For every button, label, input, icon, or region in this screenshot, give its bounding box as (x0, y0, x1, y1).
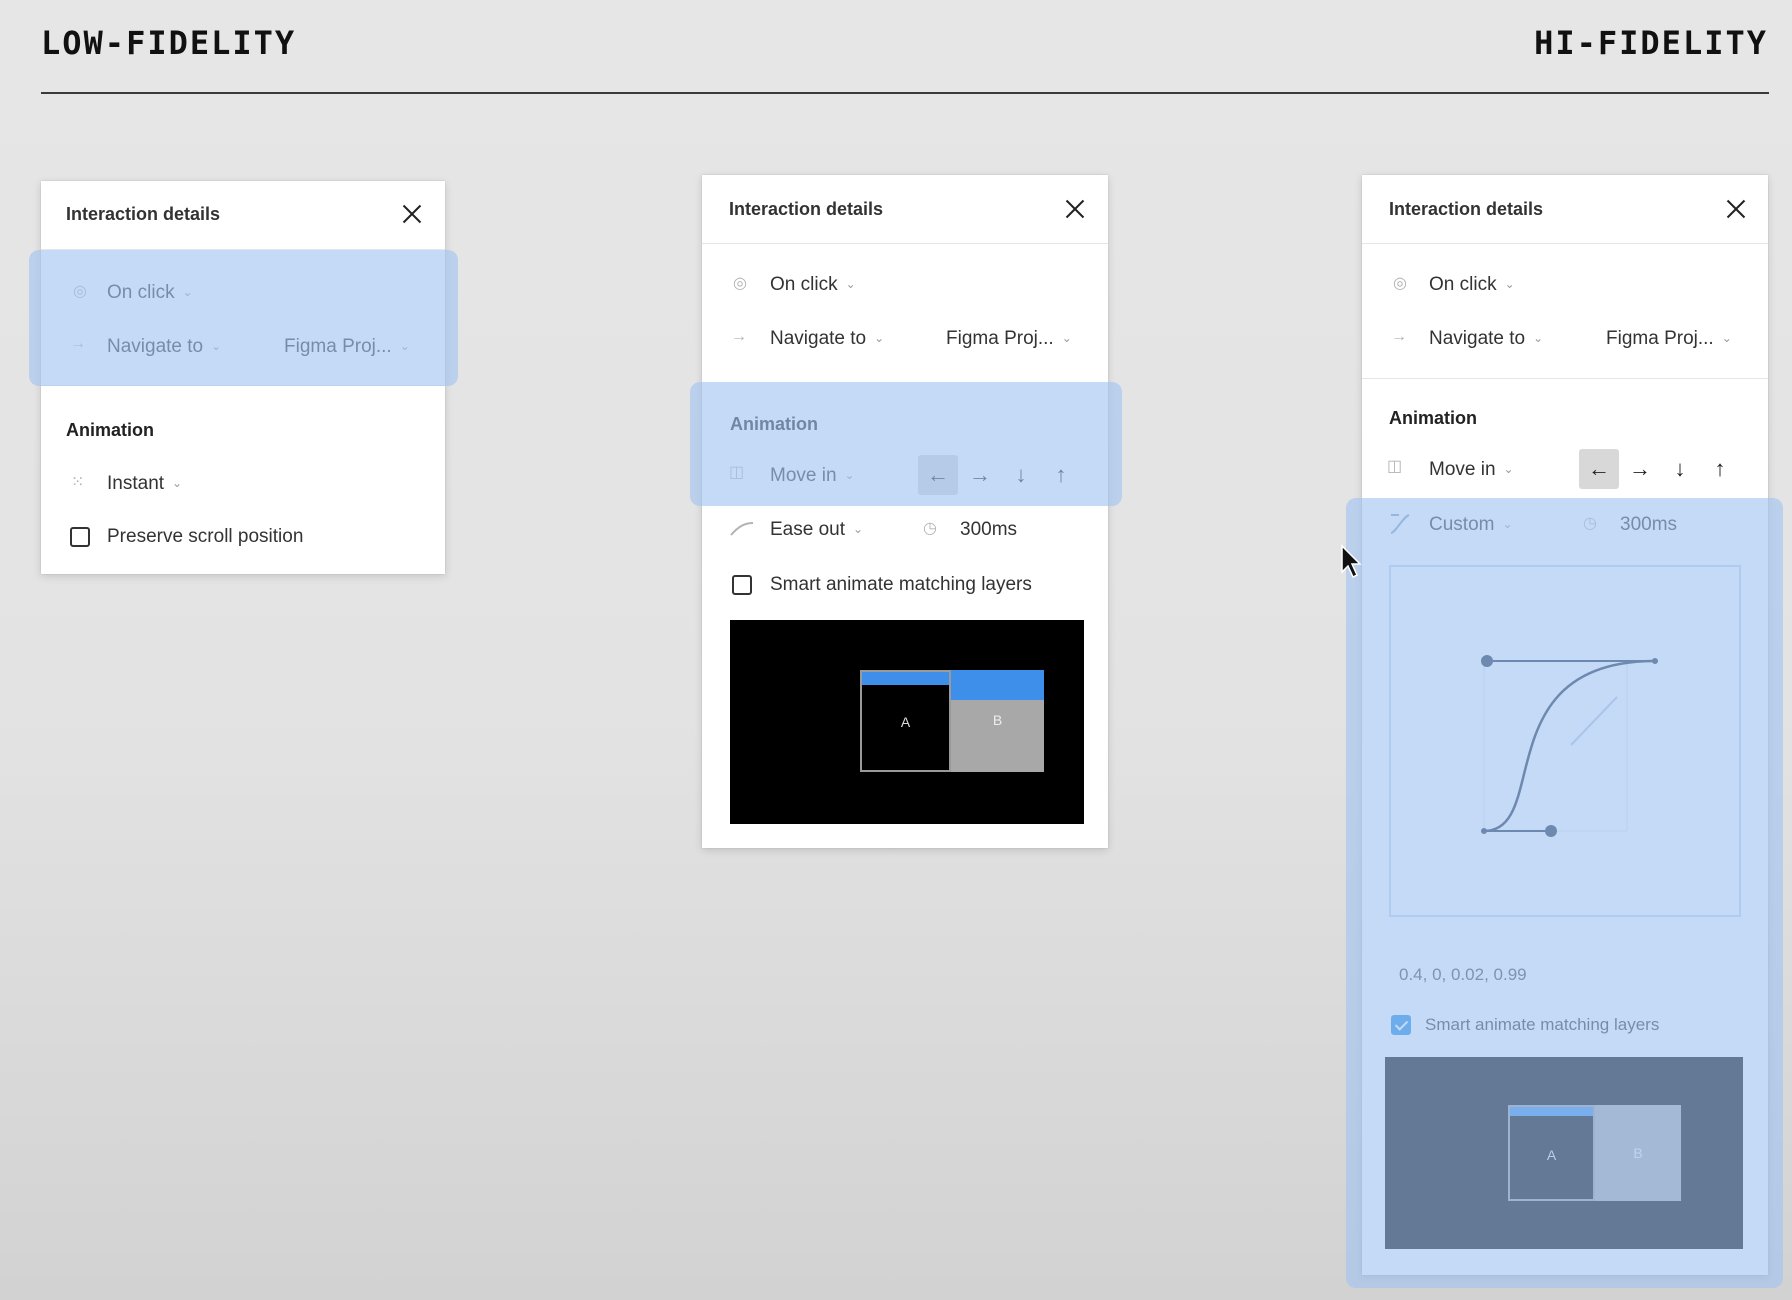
preview-frame-a: A (1508, 1105, 1595, 1201)
frame-a-header (1510, 1107, 1593, 1116)
action-dropdown[interactable]: Navigate to ⌄ (107, 336, 221, 359)
animation-preview: A B (1385, 1057, 1743, 1249)
direction-down-button[interactable]: ↓ (1001, 455, 1041, 495)
direction-up-button[interactable]: ↑ (1700, 449, 1740, 489)
smart-animate-label: Smart animate matching layers (1425, 1015, 1660, 1034)
low-fidelity-heading: LOW-FIDELITY (41, 24, 297, 62)
preserve-scroll-checkbox[interactable] (70, 527, 90, 547)
animation-type-dropdown[interactable]: Move in ⌄ (1429, 459, 1514, 482)
animation-type-dropdown[interactable]: Instant ⌄ (107, 473, 182, 496)
animation-heading: Animation (730, 414, 818, 434)
close-icon[interactable] (1724, 197, 1748, 221)
clock-icon: ◷ (1583, 515, 1597, 532)
panel-divider (1362, 378, 1768, 379)
panel-divider (1362, 243, 1768, 244)
preview-frame-b: B (951, 670, 1044, 772)
ease-curve-icon (1390, 514, 1410, 534)
trigger-dropdown[interactable]: On click ⌄ (1429, 274, 1515, 297)
chevron-down-icon: ⌄ (844, 468, 855, 482)
trigger-dot-icon: ◎ (1393, 275, 1407, 292)
frame-b-header (951, 670, 1044, 700)
panel-divider (702, 243, 1108, 244)
preserve-scroll-label: Preserve scroll position (107, 526, 304, 547)
trigger-dropdown[interactable]: On click ⌄ (107, 282, 193, 305)
chevron-down-icon: ⌄ (172, 476, 183, 490)
duration-input[interactable]: 300ms (1620, 514, 1677, 536)
trigger-dot-icon: ◎ (733, 275, 747, 292)
direction-up-button[interactable]: ↑ (1041, 455, 1081, 495)
arrow-right-icon: → (731, 328, 747, 345)
direction-left-button[interactable]: ← (918, 455, 958, 495)
action-dropdown[interactable]: Navigate to ⌄ (1429, 328, 1543, 351)
chevron-down-icon: ⌄ (399, 339, 410, 353)
direction-left-button[interactable]: ← (1579, 449, 1619, 489)
interaction-panel-mid: Interaction details ◎ On click ⌄ → Naviga… (702, 175, 1108, 848)
preview-frame-a: A (860, 670, 951, 772)
animation-type-dropdown[interactable]: Move in ⌄ (770, 465, 855, 488)
smart-animate-checkbox[interactable] (732, 575, 752, 595)
action-dropdown[interactable]: Navigate to ⌄ (770, 328, 884, 351)
instant-icon: ⁙ (71, 474, 85, 491)
clock-icon: ◷ (923, 520, 937, 537)
direction-down-button[interactable]: ↓ (1660, 449, 1700, 489)
easing-dropdown[interactable]: Custom ⌄ (1429, 514, 1513, 537)
animation-preview: A B (730, 620, 1084, 824)
chevron-down-icon: ⌄ (1061, 331, 1072, 345)
move-in-icon: ◫ (729, 464, 745, 481)
close-icon[interactable] (400, 202, 424, 226)
bezier-curve-editor[interactable] (1389, 565, 1741, 917)
chevron-down-icon: ⌄ (1503, 462, 1514, 476)
cursor-icon (1341, 544, 1362, 579)
move-in-icon: ◫ (1387, 458, 1403, 475)
close-icon[interactable] (1063, 197, 1087, 221)
direction-right-button[interactable]: → (1620, 449, 1660, 489)
chevron-down-icon: ⌄ (1721, 331, 1732, 345)
chevron-down-icon: ⌄ (1502, 517, 1513, 531)
arrow-right-icon: → (70, 335, 86, 352)
panel-title: Interaction details (66, 204, 221, 224)
chevron-down-icon: ⌄ (1533, 331, 1544, 345)
destination-dropdown[interactable]: Figma Proj... ⌄ (284, 336, 410, 359)
chevron-down-icon: ⌄ (182, 285, 193, 299)
chevron-down-icon: ⌄ (211, 339, 222, 353)
panel-divider (41, 249, 445, 250)
destination-dropdown[interactable]: Figma Proj... ⌄ (946, 328, 1072, 351)
chevron-down-icon: ⌄ (845, 277, 856, 291)
bezier-curve-graph (1481, 655, 1658, 837)
smart-animate-label: Smart animate matching layers (770, 574, 1032, 595)
trigger-dropdown[interactable]: On click ⌄ (770, 274, 856, 297)
animation-heading: Animation (1389, 408, 1477, 428)
interaction-panel-low: Interaction details ◎ On click ⌄ → Naviga… (41, 181, 445, 574)
heading-divider (41, 92, 1769, 94)
easing-dropdown[interactable]: Ease out ⌄ (770, 519, 863, 542)
chevron-down-icon: ⌄ (1504, 277, 1515, 291)
ease-curve-icon (730, 522, 754, 536)
interaction-panel-hi: Interaction details ◎ On click ⌄ → Naviga… (1362, 175, 1768, 1275)
hi-fidelity-heading: HI-FIDELITY (1534, 24, 1768, 62)
preview-frame-b: B (1595, 1105, 1681, 1201)
destination-dropdown[interactable]: Figma Proj... ⌄ (1606, 328, 1732, 351)
direction-right-button[interactable]: → (960, 455, 1000, 495)
arrow-right-icon: → (1391, 328, 1407, 345)
smart-animate-checkbox[interactable] (1391, 1015, 1411, 1035)
panel-title: Interaction details (729, 199, 884, 219)
panel-divider (41, 385, 445, 386)
duration-input[interactable]: 300ms (960, 519, 1017, 541)
trigger-dot-icon: ◎ (73, 283, 87, 300)
chevron-down-icon: ⌄ (874, 331, 885, 345)
bezier-values[interactable]: 0.4, 0, 0.02, 0.99 (1399, 964, 1527, 986)
frame-a-header (862, 672, 949, 685)
chevron-down-icon: ⌄ (853, 522, 864, 536)
panel-title: Interaction details (1389, 199, 1544, 219)
animation-heading: Animation (66, 420, 154, 440)
